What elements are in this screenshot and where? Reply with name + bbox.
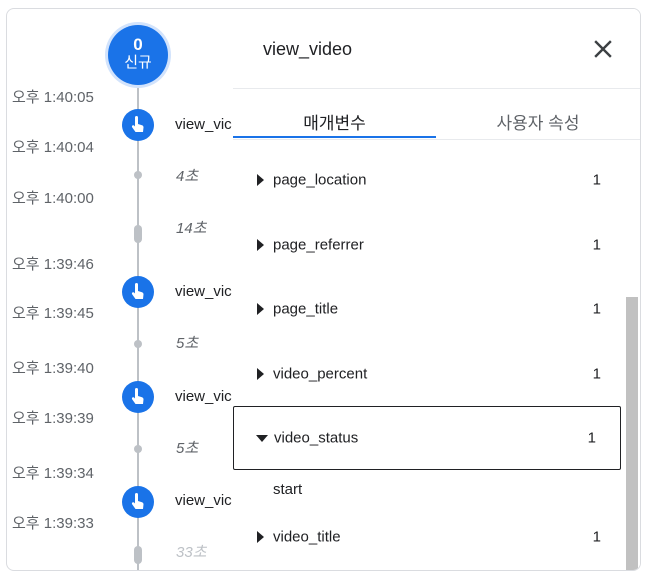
panel-title: view_video (263, 39, 353, 59)
param-count: 1 (587, 429, 596, 447)
param-count: 1 (592, 300, 601, 318)
expand-arrow-icon[interactable] (255, 174, 265, 186)
touch-icon[interactable] (122, 381, 154, 413)
event-label[interactable]: view_vic (175, 116, 232, 133)
duration-label: 5초 (176, 440, 199, 457)
tab-user-properties[interactable]: 사용자 속성 (436, 109, 640, 135)
duration-label: 14초 (176, 220, 207, 237)
param-row-selected[interactable]: video_status 1 (233, 406, 621, 470)
duration-label: 33초 (176, 544, 207, 561)
timeline-gap (134, 546, 142, 564)
duration-label: 5초 (176, 335, 199, 352)
param-row[interactable]: page_location 1 (233, 158, 625, 202)
active-tab-indicator (233, 136, 436, 138)
param-name: page_location (273, 171, 367, 189)
param-count: 1 (592, 528, 601, 546)
timeline-dot (134, 171, 142, 179)
expand-arrow-icon[interactable] (255, 239, 265, 251)
param-row[interactable]: page_referrer 1 (233, 223, 625, 267)
expand-arrow-icon[interactable] (255, 368, 265, 380)
event-stream-card: 0 신규 오후 1:40:05 오후 1:40:04 오후 1:40:00 오후… (6, 8, 641, 571)
new-count: 0 (133, 35, 143, 54)
event-label[interactable]: view_vic (175, 388, 232, 405)
param-value: start (273, 481, 303, 498)
param-name: page_referrer (273, 236, 364, 254)
timeline: 0 신규 오후 1:40:05 오후 1:40:04 오후 1:40:00 오후… (7, 9, 239, 570)
new-label: 신규 (124, 54, 152, 71)
timestamp: 오후 1:40:05 (12, 89, 94, 106)
new-badge[interactable]: 0 신규 (108, 25, 168, 85)
param-name: video_percent (273, 365, 368, 383)
timeline-dot (134, 340, 142, 348)
timestamp: 오후 1:40:00 (12, 190, 94, 207)
event-label[interactable]: view_vic (175, 492, 232, 509)
param-count: 1 (592, 365, 601, 383)
timestamp: 오후 1:39:46 (12, 256, 94, 273)
param-name: page_title (273, 300, 339, 318)
param-count: 1 (592, 236, 601, 254)
collapse-arrow-icon[interactable] (256, 434, 268, 442)
tabs-divider (233, 139, 640, 140)
touch-icon[interactable] (122, 276, 154, 308)
param-count: 1 (592, 171, 601, 189)
duration-label: 4초 (176, 168, 199, 185)
expand-arrow-icon[interactable] (255, 303, 265, 315)
timeline-dot (134, 445, 142, 453)
timestamp: 오후 1:39:45 (12, 305, 94, 322)
timestamp: 오후 1:40:04 (12, 139, 94, 156)
param-name: video_title (273, 528, 341, 546)
timestamp: 오후 1:39:34 (12, 465, 94, 482)
header-divider (233, 88, 640, 89)
touch-icon[interactable] (122, 109, 154, 141)
param-name: video_status (274, 429, 359, 447)
param-row[interactable]: video_title 1 (233, 515, 625, 559)
timestamp: 오후 1:39:39 (12, 410, 94, 427)
timestamp: 오후 1:39:33 (12, 515, 94, 532)
close-icon[interactable] (587, 33, 619, 65)
event-detail-panel: view_video 매개변수 사용자 속성 page_location 1 p… (233, 9, 640, 570)
touch-icon[interactable] (122, 486, 154, 518)
expand-arrow-icon[interactable] (255, 531, 265, 543)
timeline-gap (134, 225, 142, 243)
event-label[interactable]: view_vic (175, 283, 232, 300)
param-row[interactable]: page_title 1 (233, 287, 625, 331)
scrollbar[interactable] (626, 297, 638, 570)
timestamp: 오후 1:39:40 (12, 360, 94, 377)
param-row[interactable]: video_percent 1 (233, 352, 625, 396)
tab-parameters[interactable]: 매개변수 (233, 109, 436, 135)
